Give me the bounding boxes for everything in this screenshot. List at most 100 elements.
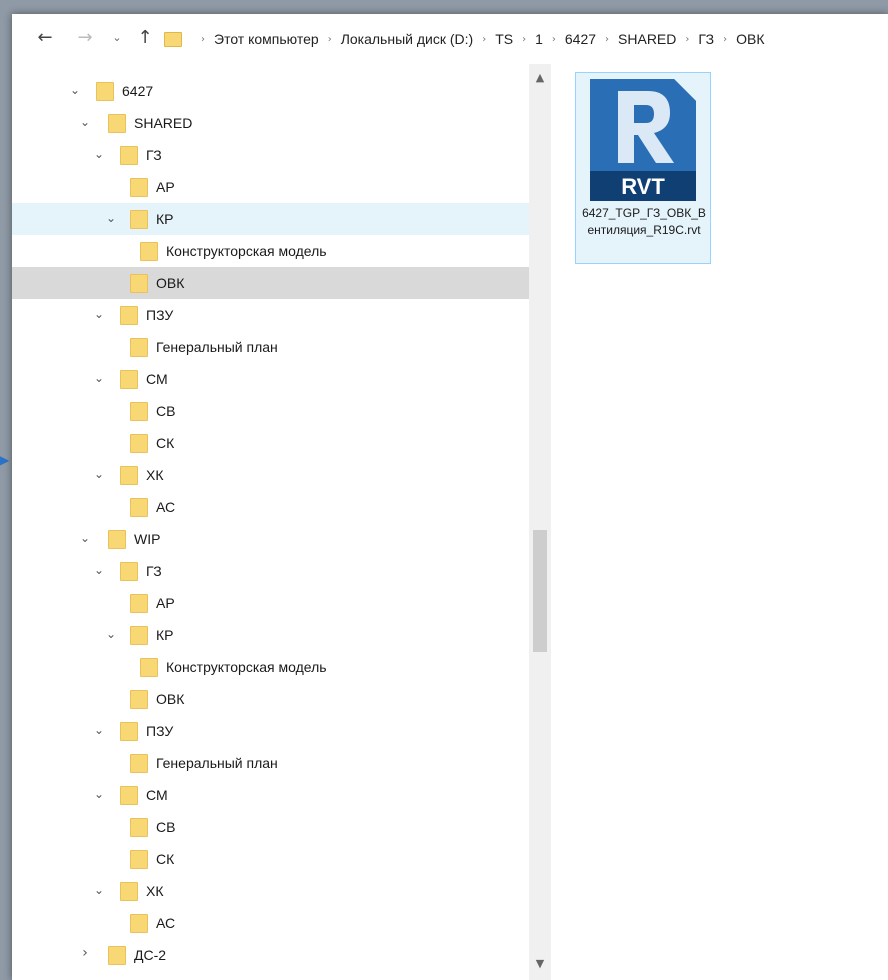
tree-item[interactable]: ⌄ СМ [12,363,529,395]
tree-item-label: ОВК [156,275,185,291]
tree-item-label: АС [156,915,176,931]
tree-item[interactable]: Генеральный план [12,747,529,779]
breadcrumb-separator-icon[interactable]: › [723,34,727,45]
file-item[interactable]: RVT 6427_TGP_ГЗ_ОВК_Вентиляция_R19C.rvt [575,72,711,264]
chevron-down-icon[interactable]: ⌄ [78,530,92,546]
tree-item[interactable]: ⌄ ПЗУ [12,299,529,331]
breadcrumb-separator-icon[interactable]: › [522,34,526,45]
tree-item[interactable]: ⌄ ХК [12,459,529,491]
tree-item-label: 6427 [122,83,154,99]
chevron-down-icon[interactable]: ⌄ [92,306,106,322]
tree-item[interactable]: ОВК [12,267,529,299]
tree-item[interactable]: Конструкторская модель [12,651,529,683]
breadcrumb-item[interactable]: TS [495,31,513,47]
tree-item-label: КР [156,211,174,227]
navigation-bar: ← → ⌄ ↑ › Этот компьютер › Локальный диск (… [12,14,888,65]
file-type-label: RVT [621,174,665,199]
tree-item[interactable]: Конструкторская модель [12,235,529,267]
tree-item[interactable]: ОВК [12,683,529,715]
tree-item-label: WIP [134,531,161,547]
tree-item-label: СМ [146,371,168,387]
tree-item[interactable]: ⌄ SHARED [12,107,529,139]
tree-item[interactable]: Генеральный план [12,331,529,363]
folder-icon [120,882,138,901]
tree-item-label: ХК [146,467,164,483]
breadcrumb-separator-icon[interactable]: › [605,34,609,45]
tree-item[interactable]: › ДС-2 [12,939,529,971]
address-bar[interactable]: › Этот компьютер › Локальный диск (D:) › TS › 1… [164,25,888,53]
chevron-down-icon[interactable]: ⌄ [92,722,106,738]
tree-item-label: СВ [156,819,176,835]
tree-item[interactable]: ⌄ ПЗУ [12,715,529,747]
tree-item[interactable]: ⌄ 6427 [12,75,529,107]
tree-item[interactable]: АС [12,491,529,523]
tree-item-label: СМ [146,787,168,803]
scroll-up-icon[interactable]: ▲ [529,68,551,88]
tree-item-label: ПЗУ [146,723,174,739]
tree-item-label: СК [156,435,175,451]
breadcrumb-item[interactable]: 1 [535,31,543,47]
tree-item[interactable]: ⌄ КР [12,203,529,235]
scroll-down-icon[interactable]: ▼ [529,954,551,974]
breadcrumb-separator-icon[interactable]: › [685,34,689,45]
breadcrumb-item[interactable]: ГЗ [698,31,714,47]
forward-button[interactable]: → [74,26,96,50]
recent-locations-button[interactable]: ⌄ [106,26,128,50]
breadcrumb-item[interactable]: Локальный диск (D:) [341,31,474,47]
tree-item[interactable]: ⌄ СМ [12,779,529,811]
chevron-down-icon[interactable]: ⌄ [92,466,106,482]
tree-item[interactable]: СК [12,427,529,459]
tree-item[interactable]: СК [12,843,529,875]
chevron-down-icon[interactable]: ⌄ [92,146,106,162]
breadcrumb-item[interactable]: ОВК [736,31,764,47]
chevron-down-icon[interactable]: ⌄ [104,626,118,642]
navigation-tree: ⌄ 6427 ⌄ SHARED ⌄ ГЗ АР ⌄ КР Конструкторская моде… [12,64,529,980]
arrow-indicator-icon: ▶ [0,453,10,467]
file-list: RVT 6427_TGP_ГЗ_ОВК_Вентиляция_R19C.rvt [551,64,888,980]
tree-item-label: АС [156,499,176,515]
tree-item-label: ПЗУ [146,307,174,323]
folder-icon [130,434,148,453]
tree-scrollbar[interactable]: ▲ ▼ [529,64,551,980]
tree-item[interactable]: ⌄ ГЗ [12,139,529,171]
chevron-down-icon[interactable]: ⌄ [68,82,82,98]
chevron-down-icon[interactable]: ⌄ [78,114,92,130]
breadcrumb-separator-icon[interactable]: › [482,34,486,45]
tree-item[interactable]: ⌄ КР [12,619,529,651]
folder-icon [140,242,158,261]
folder-icon [130,498,148,517]
scroll-thumb[interactable] [533,530,547,652]
tree-item[interactable]: АР [12,587,529,619]
tree-item-label: СК [156,851,175,867]
tree-item[interactable]: ⌄ ГЗ [12,555,529,587]
breadcrumb-item[interactable]: Этот компьютер [214,31,319,47]
chevron-down-icon[interactable]: ⌄ [92,882,106,898]
revit-file-icon: RVT [590,79,696,201]
breadcrumb-separator-icon[interactable]: › [201,34,205,45]
folder-icon [108,530,126,549]
tree-item[interactable]: СВ [12,395,529,427]
chevron-right-icon[interactable]: › [78,945,92,961]
tree-item[interactable]: ⌄ WIP [12,523,529,555]
chevron-down-icon[interactable]: ⌄ [92,562,106,578]
breadcrumb-item[interactable]: 6427 [565,31,596,47]
folder-icon [130,690,148,709]
up-button[interactable]: ↑ [134,26,156,50]
chevron-down-icon[interactable]: ⌄ [92,370,106,386]
tree-item[interactable]: АР [12,171,529,203]
tree-item[interactable]: АС [12,907,529,939]
folder-icon [130,210,148,229]
tree-item[interactable]: СВ [12,811,529,843]
folder-icon [164,31,182,47]
folder-icon [130,338,148,357]
tree-item[interactable]: ⌄ ХК [12,875,529,907]
chevron-down-icon[interactable]: ⌄ [104,210,118,226]
back-button[interactable]: ← [34,26,56,50]
folder-icon [130,402,148,421]
folder-icon [140,658,158,677]
breadcrumb-separator-icon[interactable]: › [328,34,332,45]
breadcrumb-item[interactable]: SHARED [618,31,676,47]
breadcrumb-separator-icon[interactable]: › [552,34,556,45]
tree-item-label: Конструкторская модель [166,243,327,259]
chevron-down-icon[interactable]: ⌄ [92,786,106,802]
